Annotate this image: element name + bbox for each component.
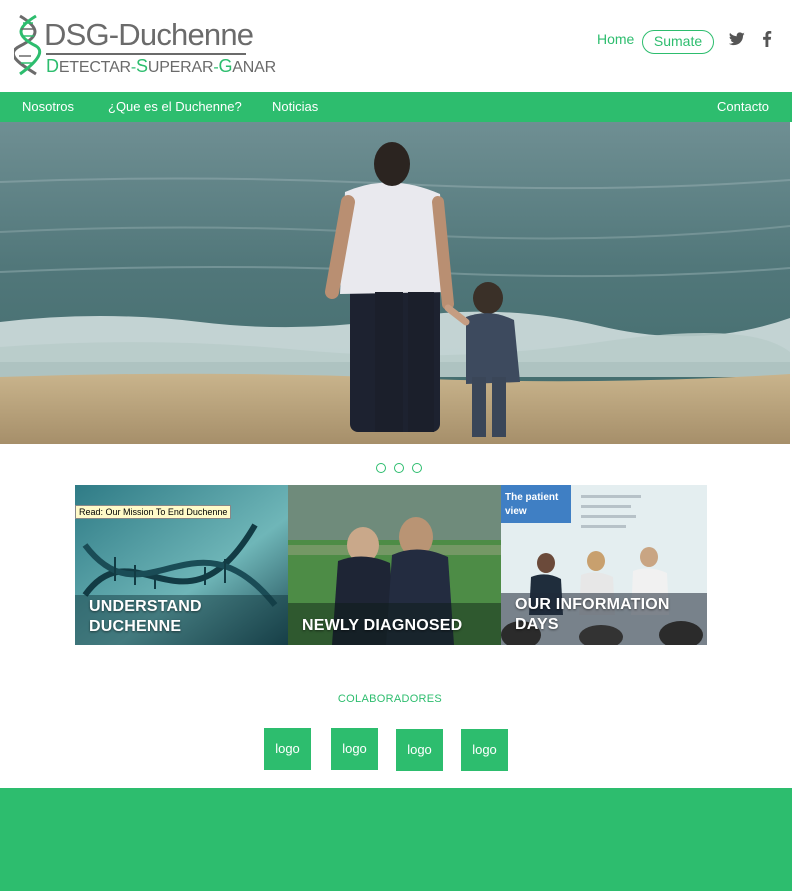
brand-tagline: DETECTAR-SUPERAR-GANAR [46, 56, 276, 76]
nav-item-que-es-duchenne[interactable]: ¿Que es el Duchenne? [108, 99, 242, 114]
nav-item-nosotros[interactable]: Nosotros [22, 99, 74, 114]
partner-logo-3[interactable]: logo [396, 729, 443, 771]
nav-item-contacto[interactable]: Contacto [717, 99, 769, 114]
logo-divider [46, 53, 246, 55]
card-understand-duchenne[interactable]: Read: Our Mission To End Duchenne UNDERS… [75, 485, 288, 645]
brand-name: DSG-Duchenne [44, 17, 254, 52]
facebook-icon[interactable] [762, 31, 772, 47]
carousel-dot-1[interactable] [376, 463, 386, 473]
hero-image [0, 122, 790, 444]
card-title: OUR INFORMATION DAYS [515, 596, 670, 633]
card-information-days[interactable]: The patient view OUR INFORMATION DAYS [501, 485, 707, 645]
mission-link[interactable]: Read: Our Mission To End Duchenne [75, 505, 232, 519]
partner-logo-4[interactable]: logo [461, 729, 508, 771]
header: DSG-Duchenne DETECTAR-SUPERAR-GANAR Home… [0, 0, 792, 92]
card-newly-diagnosed[interactable]: NEWLY DIAGNOSED [288, 485, 501, 645]
site-logo[interactable]: DSG-Duchenne DETECTAR-SUPERAR-GANAR [14, 14, 276, 76]
nav-home-link[interactable]: Home [597, 31, 634, 47]
card-title: UNDERSTAND DUCHENNE [89, 598, 202, 635]
card-title: NEWLY DIAGNOSED [302, 617, 463, 634]
carousel-dot-3[interactable] [412, 463, 422, 473]
colaboradores-title: COLABORADORES [337, 693, 443, 705]
partner-logo-2[interactable]: logo [331, 728, 378, 770]
footer [0, 788, 792, 891]
carousel-dots [376, 463, 426, 475]
twitter-icon[interactable] [729, 32, 745, 46]
carousel-dot-2[interactable] [394, 463, 404, 473]
nav-item-noticias[interactable]: Noticias [272, 99, 318, 114]
main-nav: Nosotros ¿Que es el Duchenne? Noticias C… [0, 92, 792, 122]
partner-logo-1[interactable]: logo [264, 728, 311, 770]
patient-view-banner-text: The patient view [505, 492, 559, 517]
dna-helix-icon [14, 14, 42, 76]
sumate-button[interactable]: Sumate [642, 30, 714, 54]
